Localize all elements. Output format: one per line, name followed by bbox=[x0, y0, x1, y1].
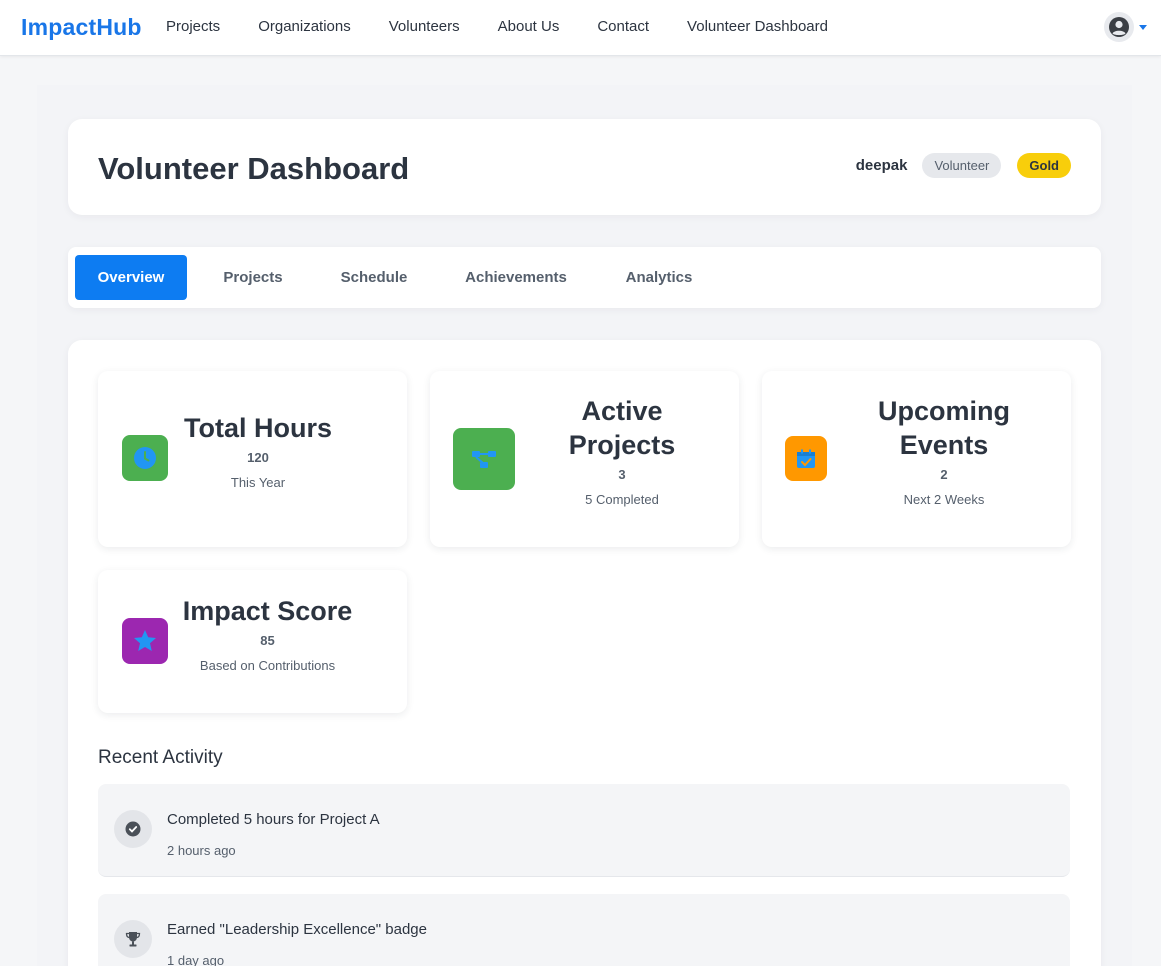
stat-card-total-hours: Total Hours 120 This Year bbox=[98, 371, 407, 547]
nav-link-volunteer-dashboard[interactable]: Volunteer Dashboard bbox=[687, 18, 828, 35]
check-circle-icon bbox=[114, 810, 152, 848]
stat-text: Upcoming Events 2 Next 2 Weeks bbox=[864, 394, 1024, 507]
project-diagram-icon bbox=[453, 428, 515, 490]
stat-text: Active Projects 3 5 Completed bbox=[542, 394, 702, 507]
user-menu-toggle[interactable] bbox=[1104, 12, 1147, 42]
tab-schedule[interactable]: Schedule bbox=[323, 255, 425, 300]
role-badge: Volunteer bbox=[922, 153, 1002, 178]
activity-item: Completed 5 hours for Project A 2 hours … bbox=[98, 784, 1070, 877]
stat-title: Total Hours bbox=[184, 413, 332, 443]
activity-item: Earned "Leadership Excellence" badge 1 d… bbox=[98, 894, 1070, 966]
stat-value: 3 bbox=[618, 467, 626, 482]
stat-subtitle: 5 Completed bbox=[585, 492, 659, 507]
tab-overview[interactable]: Overview bbox=[75, 255, 187, 300]
stat-card-active-projects: Active Projects 3 5 Completed bbox=[430, 371, 739, 547]
dashboard-tabs: Overview Projects Schedule Achievements … bbox=[68, 247, 1101, 308]
stat-title: Impact Score bbox=[182, 596, 353, 626]
stat-subtitle: Based on Contributions bbox=[199, 658, 336, 673]
stat-subtitle: This Year bbox=[230, 475, 286, 490]
stat-card-impact-score: Impact Score 85 Based on Contributions bbox=[98, 570, 407, 713]
nav-links: Projects Organizations Volunteers About … bbox=[166, 18, 866, 35]
activity-time: 1 day ago bbox=[167, 953, 225, 966]
brand-logo[interactable]: ImpactHub bbox=[21, 14, 142, 41]
star-icon bbox=[122, 618, 168, 664]
tab-projects[interactable]: Projects bbox=[203, 255, 303, 300]
user-meta: deepak Volunteer Gold bbox=[856, 153, 1071, 178]
stat-card-upcoming-events: Upcoming Events 2 Next 2 Weeks bbox=[762, 371, 1071, 547]
recent-activity-title: Recent Activity bbox=[98, 747, 223, 768]
top-navbar: ImpactHub Projects Organizations Volunte… bbox=[0, 0, 1161, 56]
nav-link-projects[interactable]: Projects bbox=[166, 18, 220, 35]
trophy-icon bbox=[114, 920, 152, 958]
stat-subtitle: Next 2 Weeks bbox=[903, 492, 985, 507]
level-badge: Gold bbox=[1017, 153, 1071, 178]
tab-achievements[interactable]: Achievements bbox=[446, 255, 586, 300]
user-avatar-icon[interactable] bbox=[1104, 12, 1134, 42]
stat-title: Active Projects bbox=[568, 396, 676, 460]
stat-text: Impact Score 85 Based on Contributions bbox=[173, 594, 362, 673]
nav-link-organizations[interactable]: Organizations bbox=[258, 18, 351, 35]
nav-link-contact[interactable]: Contact bbox=[597, 18, 649, 35]
stat-value: 2 bbox=[940, 467, 948, 482]
stat-text: Total Hours 120 This Year bbox=[173, 411, 343, 490]
nav-link-about-us[interactable]: About Us bbox=[498, 18, 560, 35]
activity-text: Completed 5 hours for Project A bbox=[167, 811, 380, 828]
dashboard-header: Volunteer Dashboard deepak Volunteer Gol… bbox=[68, 119, 1101, 215]
chevron-down-icon[interactable] bbox=[1139, 24, 1147, 30]
clock-icon bbox=[122, 435, 168, 481]
stat-title: Upcoming Events bbox=[878, 396, 1010, 460]
activity-time: 2 hours ago bbox=[167, 843, 236, 858]
stat-value: 120 bbox=[247, 450, 269, 465]
nav-link-volunteers[interactable]: Volunteers bbox=[389, 18, 460, 35]
calendar-check-icon bbox=[785, 436, 827, 481]
tab-analytics[interactable]: Analytics bbox=[609, 255, 709, 300]
page-title: Volunteer Dashboard bbox=[98, 151, 410, 186]
activity-text: Earned "Leadership Excellence" badge bbox=[167, 921, 427, 938]
stat-value: 85 bbox=[260, 633, 275, 648]
username: deepak bbox=[855, 157, 908, 174]
